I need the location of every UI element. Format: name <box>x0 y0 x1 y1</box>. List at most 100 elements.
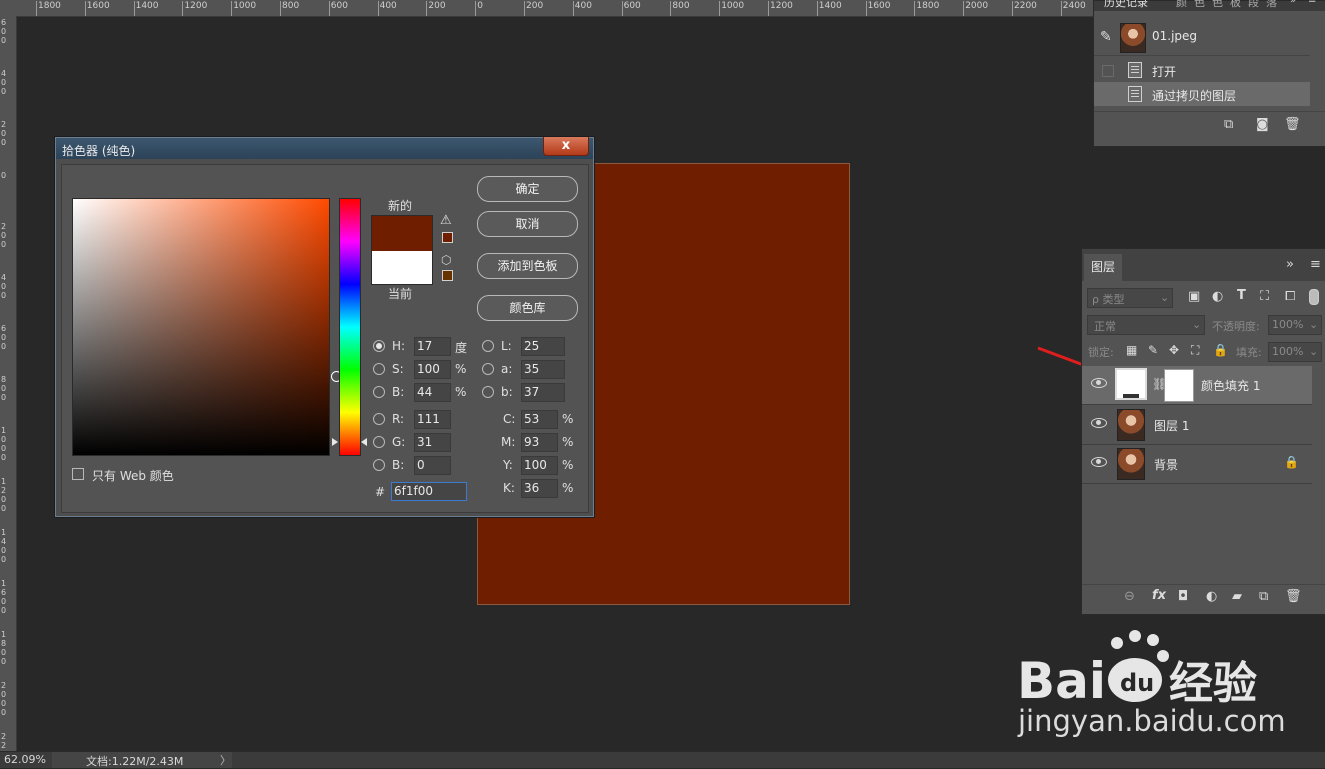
tab-other-2[interactable]: 色 <box>1194 0 1205 10</box>
ruler-tick-label: 600 <box>330 1 348 11</box>
g-input[interactable]: 31 <box>414 433 451 452</box>
radio-blue[interactable] <box>373 459 385 471</box>
panel-collapse-icon[interactable]: » <box>1290 0 1296 6</box>
visibility-eye-icon[interactable] <box>1091 457 1107 467</box>
ok-button[interactable]: 确定 <box>477 176 578 202</box>
radio-b[interactable] <box>373 386 385 398</box>
hue-slider-left-handle[interactable] <box>332 438 338 446</box>
radio-l[interactable] <box>482 340 494 352</box>
y-input[interactable]: 100 <box>521 456 558 475</box>
camera-snapshot-icon[interactable]: ◙ <box>1256 117 1269 132</box>
new-document-from-state-icon[interactable]: ⧉ <box>1224 117 1233 132</box>
radio-lab-b[interactable] <box>482 386 494 398</box>
filter-type-icon[interactable]: T <box>1237 288 1246 303</box>
c-input[interactable]: 53 <box>521 410 558 429</box>
mask-icon[interactable]: ◘ <box>1178 589 1188 604</box>
tab-other-4[interactable]: 板 <box>1230 0 1241 10</box>
trash-icon[interactable]: 🗑 <box>1285 589 1302 604</box>
filter-smart-object-icon[interactable]: ⧠ <box>1285 289 1295 304</box>
lock-all-icon[interactable]: 🔒 <box>1213 343 1228 357</box>
radio-s[interactable] <box>373 363 385 375</box>
ruler-tick-label: 1800 <box>38 1 61 11</box>
visibility-eye-icon[interactable] <box>1091 378 1107 388</box>
k-input[interactable]: 36 <box>521 479 558 498</box>
s-input[interactable]: 100 <box>414 360 451 379</box>
new-layer-icon[interactable]: ⧉ <box>1259 589 1268 604</box>
m-input[interactable]: 93 <box>521 433 558 452</box>
lock-artboard-icon[interactable]: ⛶ <box>1191 343 1199 358</box>
hue-slider[interactable] <box>339 198 361 456</box>
blue-input[interactable]: 0 <box>414 456 451 475</box>
tab-layers[interactable]: 图层 <box>1084 254 1122 281</box>
tab-other-3[interactable]: 色 <box>1212 0 1223 10</box>
hue-slider-right-handle[interactable] <box>361 438 367 446</box>
history-brush-icon[interactable]: ✎ <box>1100 29 1112 45</box>
color-libraries-button[interactable]: 颜色库 <box>477 295 578 321</box>
visibility-eye-icon[interactable] <box>1091 418 1107 428</box>
ruler-tick <box>182 1 184 16</box>
filter-image-icon[interactable]: ▣ <box>1188 289 1200 304</box>
hex-input[interactable]: 6f1f00 <box>391 482 467 501</box>
fill-input[interactable]: 100% ⌄ <box>1268 342 1322 362</box>
lock-transparency-icon[interactable]: ▦ <box>1126 343 1137 357</box>
vertical-ruler[interactable]: 600 400 200 0 200 400 600 800 1000 1200 1400 1600 18… <box>0 16 17 751</box>
status-menu-arrow-icon[interactable]: 〉 <box>220 752 231 768</box>
saturation-brightness-field[interactable] <box>72 198 342 456</box>
panel-menu-icon[interactable]: ≡ <box>1310 257 1321 272</box>
fx-icon[interactable]: fx <box>1152 588 1166 603</box>
panel-collapse-icon[interactable]: » <box>1286 257 1294 272</box>
radio-h[interactable] <box>373 340 385 352</box>
tab-other-5[interactable]: 段 <box>1248 0 1259 10</box>
tab-other-1[interactable]: 颜 <box>1176 0 1187 10</box>
tab-other-6[interactable]: 落 <box>1266 0 1277 10</box>
history-item-open[interactable]: 打开 <box>1094 58 1310 82</box>
add-to-swatches-button[interactable]: 添加到色板 <box>477 253 578 279</box>
layer-filter-select[interactable]: ρ 类型 ⌄ <box>1087 288 1173 308</box>
web-safe-cube-icon[interactable]: ⬡ <box>441 253 451 267</box>
opacity-input[interactable]: 100% ⌄ <box>1268 315 1322 335</box>
history-source-checkbox[interactable] <box>1102 89 1114 101</box>
h-input[interactable]: 17 <box>414 337 451 356</box>
filter-shape-icon[interactable]: ⛶ <box>1260 289 1269 304</box>
l-input[interactable]: 25 <box>521 337 565 356</box>
radio-g[interactable] <box>373 436 385 448</box>
layer-row-layer1[interactable]: 图层 1 <box>1082 406 1312 445</box>
adjustment-icon[interactable]: ◐ <box>1206 589 1217 604</box>
blend-mode-select[interactable]: 正常 ⌄ <box>1087 315 1205 335</box>
blue-label: B: <box>392 458 405 472</box>
history-item-copy-layer[interactable]: 通过拷贝的图层 <box>1094 82 1310 106</box>
ruler-tick-label: 1600 <box>1 579 7 615</box>
web-safe-color-swatch[interactable] <box>442 270 453 281</box>
filter-toggle[interactable] <box>1309 289 1319 305</box>
lock-paint-icon[interactable]: ✎ <box>1148 343 1158 357</box>
filter-adjustment-icon[interactable]: ◐ <box>1212 289 1223 304</box>
b-input[interactable]: 44 <box>414 383 451 402</box>
history-snapshot-row[interactable]: ✎ 01.jpeg <box>1094 21 1310 56</box>
h-label: H: <box>392 339 406 353</box>
current-color-label: 当前 <box>388 287 413 301</box>
ruler-tick-label: 800 <box>1 375 7 402</box>
gamut-warning-icon[interactable]: ⚠ <box>440 213 452 228</box>
web-colors-only-checkbox[interactable] <box>72 468 84 480</box>
fill-layer-thumbnail[interactable] <box>1115 368 1147 400</box>
panel-menu-icon[interactable]: ≡ <box>1308 0 1316 6</box>
link-icon[interactable]: ⊖ <box>1124 589 1135 604</box>
folder-icon[interactable]: ▰ <box>1232 589 1242 604</box>
trash-icon[interactable]: 🗑 <box>1284 117 1301 132</box>
lock-position-icon[interactable]: ✥ <box>1169 343 1179 357</box>
a-input[interactable]: 35 <box>521 360 565 379</box>
lab-b-input[interactable]: 37 <box>521 383 565 402</box>
gamut-color-swatch[interactable] <box>442 232 453 243</box>
close-button[interactable]: x <box>543 137 589 156</box>
layer-row-background[interactable]: 背景 🔒 <box>1082 445 1312 484</box>
layer-row-color-fill[interactable]: ⛓ 颜色填充 1 <box>1082 366 1312 405</box>
layer-mask-thumbnail[interactable] <box>1164 369 1194 402</box>
radio-a[interactable] <box>482 363 494 375</box>
r-input[interactable]: 111 <box>414 410 451 429</box>
radio-r[interactable] <box>373 413 385 425</box>
history-source-checkbox[interactable] <box>1102 65 1114 77</box>
tab-history[interactable]: 历史记录 <box>1104 0 1148 10</box>
zoom-level[interactable]: 62.09% <box>4 753 46 766</box>
cancel-button[interactable]: 取消 <box>477 211 578 237</box>
current-color-swatch[interactable] <box>371 251 433 285</box>
